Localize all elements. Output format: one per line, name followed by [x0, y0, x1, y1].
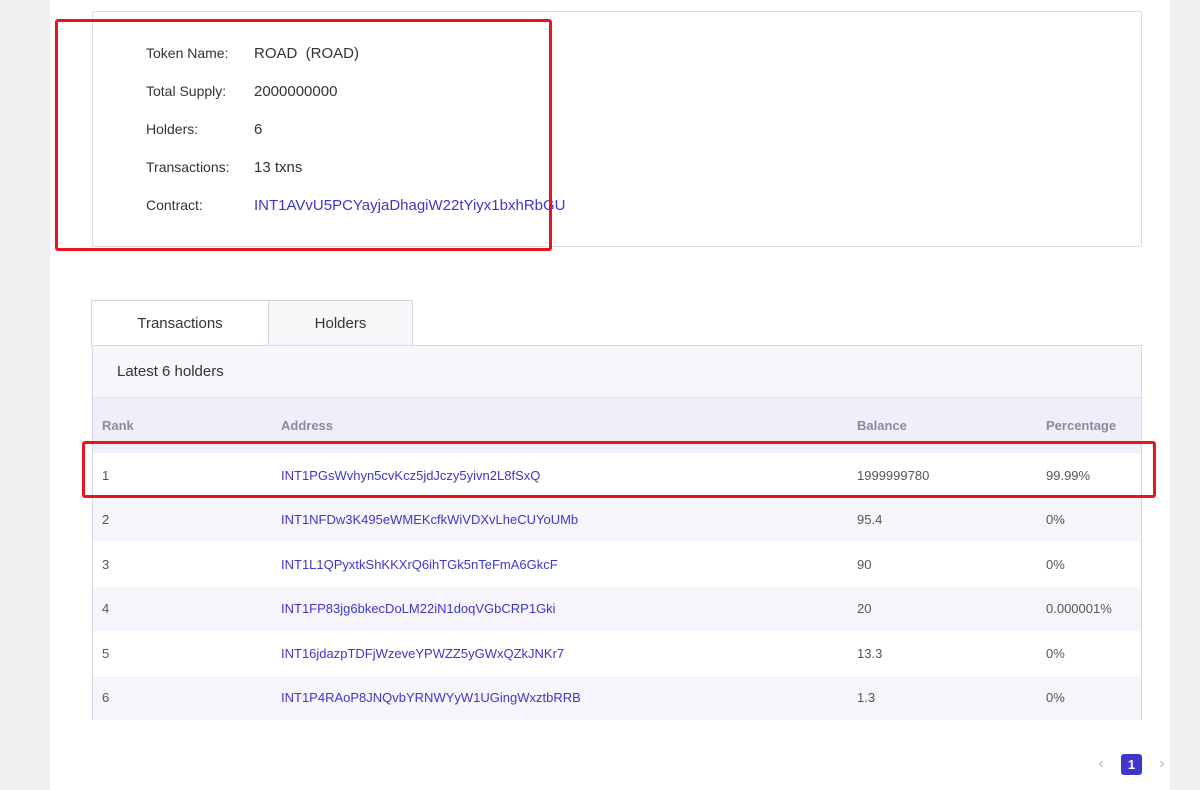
total-supply-label: Total Supply:: [146, 83, 227, 99]
tab-holders[interactable]: Holders: [269, 300, 413, 346]
table-row: 4 INT1FP83jg6bkecDoLM22iN1doqVGbCRP1Gki …: [93, 586, 1141, 631]
holder-address-link[interactable]: INT1L1QPyxtkShKKXrQ6ihTGk5nTeFmA6GkcF: [281, 557, 857, 572]
holder-percentage: 99.99%: [1046, 467, 1091, 483]
holder-address-link[interactable]: INT1PGsWvhyn5cvKcz5jdJczy5yivn2L8fSxQ: [281, 468, 857, 483]
tab-bar: Transactions Holders: [91, 300, 413, 346]
total-supply-value: 2000000000: [254, 82, 338, 100]
holder-address-link[interactable]: INT1FP83jg6bkecDoLM22iN1doqVGbCRP1Gki: [281, 601, 857, 616]
holder-balance: 13.3: [857, 645, 883, 661]
holder-rank: 3: [102, 556, 110, 572]
column-header-address: Address: [281, 418, 334, 433]
holder-percentage: 0%: [1046, 512, 1065, 528]
holder-percentage: 0%: [1046, 690, 1065, 706]
holder-rank: 4: [102, 601, 110, 617]
token-info-card: Token Name: ROAD (ROAD) Total Supply: 20…: [92, 11, 1142, 247]
holder-rank: 2: [102, 512, 110, 528]
table-row: 1 INT1PGsWvhyn5cvKcz5jdJczy5yivn2L8fSxQ …: [93, 453, 1141, 498]
contract-address-link[interactable]: INT1AVvU5PCYayjaDhagiW22tYiyx1bxhRbGU: [254, 197, 566, 214]
holder-balance: 1.3: [857, 690, 876, 706]
holder-address-link[interactable]: INT1NFDw3K495eWMEKcfkWiVDXvLheCUYoUMb: [281, 512, 857, 527]
holder-balance: 1999999780: [857, 467, 930, 483]
holder-address-link[interactable]: INT16jdazpTDFjWzeveYPWZZ5yGWxQZkJNKr7: [281, 646, 857, 661]
holder-percentage: 0%: [1046, 556, 1065, 572]
holder-percentage: 0.000001%: [1046, 601, 1112, 617]
page-number-current[interactable]: 1: [1121, 753, 1142, 775]
table-row: 3 INT1L1QPyxtkShKKXrQ6ihTGk5nTeFmA6GkcF …: [93, 542, 1141, 587]
token-name-label: Token Name:: [146, 45, 229, 61]
chevron-left-icon[interactable]: ‹: [1086, 755, 1116, 773]
page-content: Token Name: ROAD (ROAD) Total Supply: 20…: [50, 0, 1170, 790]
contract-label: Contract:: [146, 197, 203, 213]
transactions-count-label: Transactions:: [146, 159, 230, 175]
table-row: 5 INT16jdazpTDFjWzeveYPWZZ5yGWxQZkJNKr7 …: [93, 631, 1141, 676]
transactions-count-row: Transactions: 13 txns: [146, 157, 302, 177]
holders-count-row: Holders: 6: [146, 119, 262, 139]
holder-rank: 6: [102, 690, 110, 706]
holder-balance: 20: [857, 601, 872, 617]
holder-balance: 95.4: [857, 512, 883, 528]
holder-percentage: 0%: [1046, 645, 1065, 661]
table-row: 6 INT1P4RAoP8JNQvbYRNWYyW1UGingWxztbRRB …: [93, 675, 1141, 720]
pagination: ‹ 1 ›: [1086, 752, 1177, 776]
holders-count-value: 6: [254, 120, 263, 138]
transactions-count-value: 13 txns: [254, 158, 303, 176]
total-supply-row: Total Supply: 2000000000: [146, 81, 337, 101]
holders-count-label: Holders:: [146, 121, 199, 137]
holders-panel: Latest 6 holders Rank Address Balance Pe…: [92, 345, 1142, 720]
holder-rank: 5: [102, 645, 110, 661]
holder-address-link[interactable]: INT1P4RAoP8JNQvbYRNWYyW1UGingWxztbRRB: [281, 690, 857, 705]
column-header-balance: Balance: [857, 418, 907, 433]
holder-rank: 1: [102, 467, 110, 483]
column-header-percentage: Percentage: [1046, 418, 1117, 433]
holders-table-header: Rank Address Balance Percentage: [93, 398, 1141, 453]
table-row: 2 INT1NFDw3K495eWMEKcfkWiVDXvLheCUYoUMb …: [93, 497, 1141, 542]
token-name-row: Token Name: ROAD (ROAD): [146, 43, 359, 63]
column-header-rank: Rank: [102, 418, 134, 433]
tab-transactions[interactable]: Transactions: [91, 300, 269, 346]
chevron-right-icon[interactable]: ›: [1147, 755, 1177, 773]
contract-row: Contract: INT1AVvU5PCYayjaDhagiW22tYiyx1…: [146, 195, 566, 215]
token-name-value: ROAD (ROAD): [254, 44, 359, 62]
holders-heading: Latest 6 holders: [93, 346, 1141, 398]
holder-balance: 90: [857, 556, 872, 572]
